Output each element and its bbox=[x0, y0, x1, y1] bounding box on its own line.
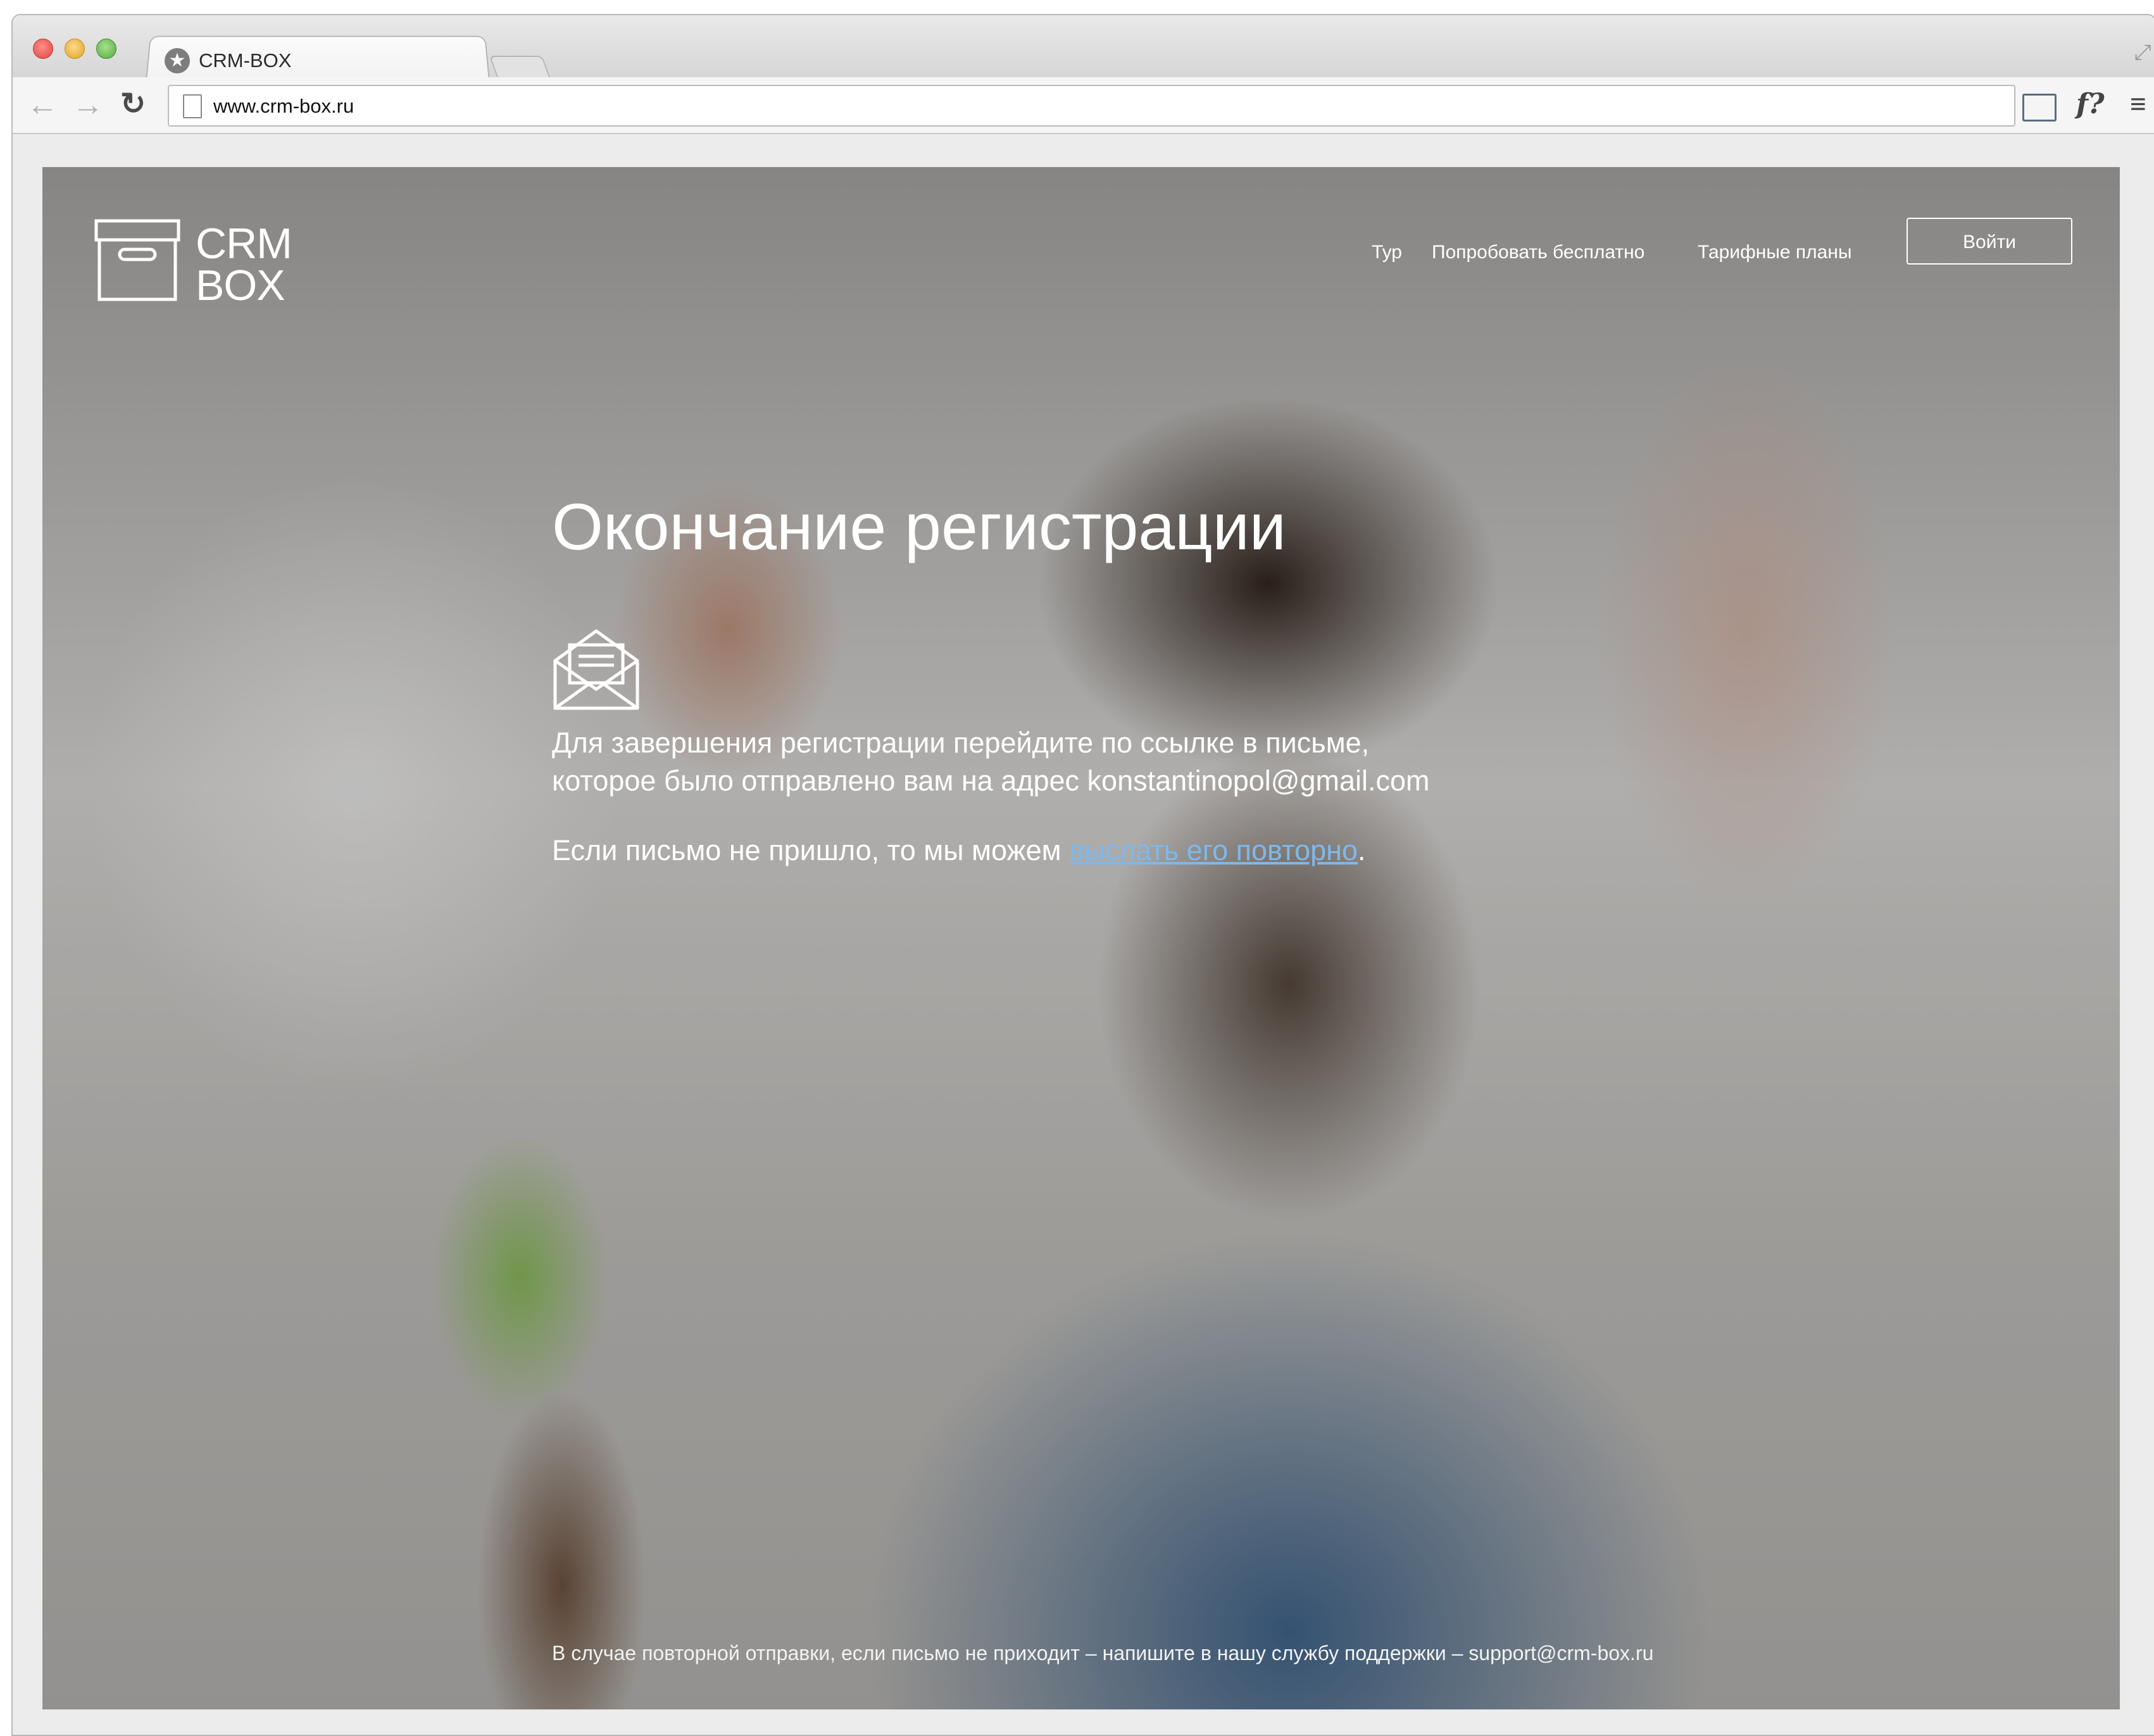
nav-link-tour[interactable]: Тур bbox=[1372, 242, 1402, 263]
url-text[interactable]: www.crm-box.ru bbox=[213, 95, 354, 118]
browser-toolbar: ← → ↻ www.crm-box.ru f? ≡ bbox=[13, 77, 2154, 134]
logo-line-box: BOX bbox=[196, 261, 285, 309]
resend-text: Если письмо не пришло, то мы можем высла… bbox=[552, 832, 1366, 870]
address-bar[interactable]: www.crm-box.ru bbox=[168, 85, 2015, 127]
forward-arrow-icon[interactable]: → bbox=[72, 89, 104, 120]
resend-suffix: . bbox=[1358, 834, 1366, 866]
page-icon bbox=[183, 94, 202, 118]
title-bar: ★ CRM-BOX ⤢ bbox=[13, 15, 2154, 82]
login-button[interactable]: Войти bbox=[1907, 218, 2072, 265]
resend-link[interactable]: выслать его повторно bbox=[1069, 834, 1358, 866]
logo-line-crm: CRM bbox=[196, 220, 292, 268]
zoom-window-button[interactable] bbox=[96, 39, 116, 59]
favicon-icon: ★ bbox=[165, 48, 190, 73]
tab-content[interactable]: ★ CRM-BOX bbox=[165, 42, 291, 80]
message-line-1: Для завершения регистрации перейдите по … bbox=[552, 727, 1370, 759]
page-viewport: CRM BOX Тур Попробовать бесплатно Тарифн… bbox=[42, 167, 2120, 1709]
back-arrow-icon[interactable]: ← bbox=[27, 89, 58, 120]
nav-link-pricing[interactable]: Тарифные планы bbox=[1698, 242, 1852, 263]
logo-text: CRM BOX bbox=[196, 220, 292, 309]
browser-window: ★ CRM-BOX ⤢ ← → ↻ www.crm-box.ru f? ≡ CR… bbox=[11, 14, 2154, 1736]
message-line-2: которое было отправлено вам на адрес kon… bbox=[552, 765, 1430, 797]
confirmation-message: Для завершения регистрации перейдите по … bbox=[552, 724, 1628, 800]
close-window-button[interactable] bbox=[33, 39, 53, 59]
support-note: В случае повторной отправки, если письмо… bbox=[552, 1642, 1654, 1664]
screen-capture-icon[interactable] bbox=[2022, 94, 2057, 122]
open-envelope-icon bbox=[553, 629, 639, 710]
background-photo bbox=[42, 167, 2120, 1709]
nav-link-try-free[interactable]: Попробовать бесплатно bbox=[1432, 242, 1644, 263]
page-title: Окончание регистрации bbox=[552, 490, 1286, 564]
minimize-window-button[interactable] bbox=[65, 39, 85, 59]
box-logo-icon bbox=[94, 219, 180, 301]
tab-title: CRM-BOX bbox=[199, 49, 292, 72]
menu-icon[interactable]: ≡ bbox=[2130, 87, 2146, 122]
resend-prefix: Если письмо не пришло, то мы можем bbox=[552, 834, 1070, 866]
font-identify-icon[interactable]: f? bbox=[2076, 87, 2105, 122]
fullscreen-icon[interactable]: ⤢ bbox=[2134, 41, 2151, 65]
reload-icon[interactable]: ↻ bbox=[120, 89, 146, 120]
logo[interactable]: CRM BOX bbox=[94, 219, 297, 307]
